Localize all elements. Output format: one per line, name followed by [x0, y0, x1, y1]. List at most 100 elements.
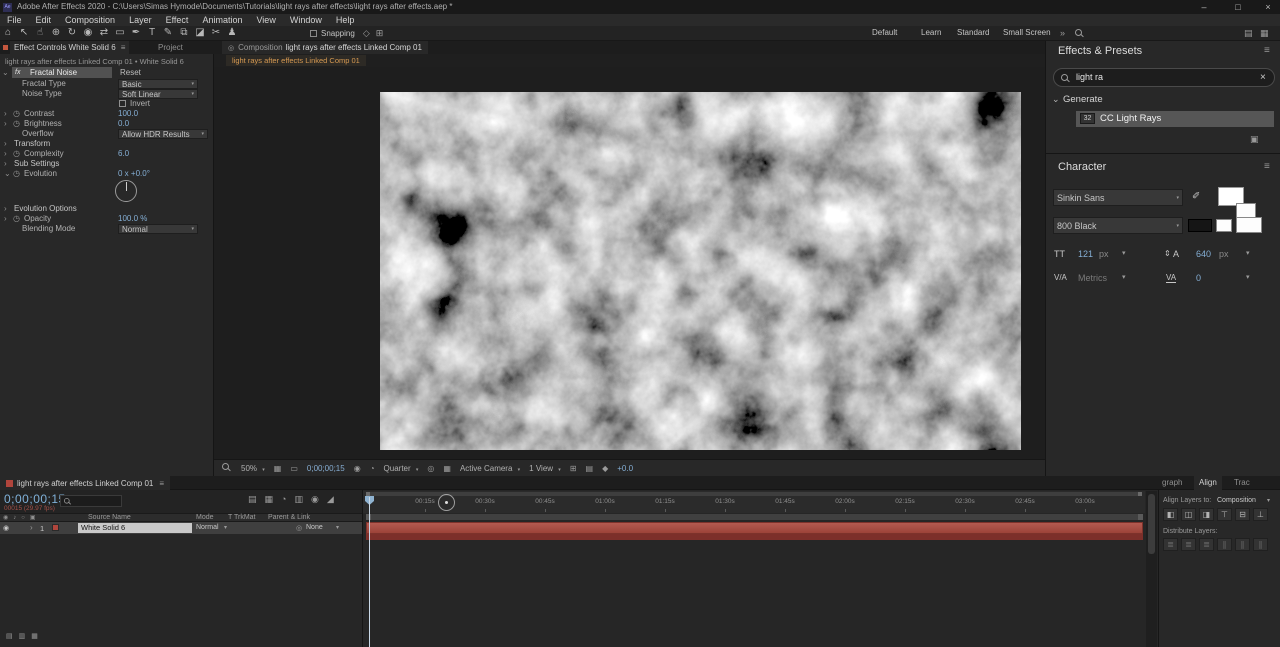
shape-tool[interactable]: ▭ [112, 26, 128, 40]
effect-reset-button[interactable]: Reset [120, 68, 141, 78]
snapshot-icon[interactable]: ◉ [354, 464, 361, 473]
fill-none-swatch[interactable] [1236, 217, 1262, 233]
distribute-top-button[interactable]: ≣ [1163, 538, 1178, 551]
kerning-value[interactable]: Metrics [1078, 273, 1107, 283]
parent-pickwhip-icon[interactable]: ◎ [296, 524, 302, 532]
font-family-dropdown[interactable]: Sinkin Sans ▾ [1053, 189, 1183, 206]
transparency-grid-icon[interactable]: ▦ [443, 464, 451, 473]
evolution-value[interactable]: 0 x +0.0° [118, 169, 150, 179]
effect-name[interactable]: Fractal Noise [30, 68, 77, 78]
tab-project[interactable]: Project [158, 41, 183, 54]
work-area-bar[interactable] [366, 514, 1143, 520]
panel-menu-icon[interactable]: ≡ [121, 43, 126, 52]
zoom-level-dropdown[interactable]: 50% ▾ [241, 464, 265, 473]
tab-timeline-comp[interactable]: light rays after effects Linked Comp 01 … [0, 476, 171, 490]
region-of-interest-icon[interactable]: ◎ [427, 464, 434, 473]
frame-blending-icon[interactable]: ▥ [294, 494, 303, 505]
clone-stamp-tool[interactable]: ⧉ [176, 26, 192, 40]
stopwatch-icon[interactable]: ◷ [13, 214, 20, 224]
leading-caret-icon[interactable]: ▾ [1246, 249, 1250, 257]
grid-and-guides-icon[interactable]: ▦ [274, 464, 282, 473]
graph-editor-icon[interactable]: ◢ [327, 494, 334, 505]
distribute-vertical-center-button[interactable]: ≣ [1181, 538, 1196, 551]
hand-tool[interactable]: ☝ [32, 26, 48, 40]
category-generate-label[interactable]: Generate [1063, 94, 1103, 105]
expander-icon[interactable]: › [4, 139, 7, 149]
menu-edit[interactable]: Edit [29, 15, 59, 25]
stroke-none-swatch[interactable] [1216, 219, 1232, 232]
panel-menu-icon[interactable]: ≡ [159, 479, 164, 488]
eyedropper-icon[interactable]: ✐ [1192, 191, 1200, 202]
expander-icon[interactable]: › [4, 149, 7, 159]
stopwatch-icon[interactable]: ◷ [13, 109, 20, 119]
minimize-button[interactable]: – [1196, 0, 1212, 14]
navigator-comp-button[interactable]: light rays after effects Linked Comp 01 [226, 55, 366, 66]
search-input-value[interactable]: light ra [1076, 69, 1103, 86]
viewer-lock-icon[interactable]: ◎ [228, 44, 234, 52]
leading-value[interactable]: 640 [1196, 249, 1211, 259]
font-size-caret-icon[interactable]: ▾ [1122, 249, 1126, 257]
menu-composition[interactable]: Composition [58, 15, 122, 25]
mask-visibility-icon[interactable]: ▭ [290, 464, 298, 473]
brightness-value[interactable]: 0.0 [118, 119, 129, 129]
kerning-caret-icon[interactable]: ▾ [1122, 273, 1126, 281]
fractal-type-dropdown[interactable]: Basic ▾ [118, 79, 198, 89]
align-bottom-button[interactable]: ⊥ [1253, 508, 1268, 521]
stopwatch-icon[interactable]: ◷ [13, 149, 20, 159]
tab-tracker-partial[interactable]: Trac [1234, 476, 1250, 490]
column-parent-link[interactable]: Parent & Link [268, 514, 310, 521]
navigator-end-handle[interactable] [1138, 492, 1142, 496]
expander-icon[interactable]: › [4, 204, 7, 214]
panel-menu-icon[interactable]: ≡ [1264, 45, 1270, 56]
refresh-view-icon[interactable]: ◆ [602, 464, 608, 473]
maximize-button[interactable]: □ [1230, 0, 1246, 14]
column-source-name[interactable]: Source Name [88, 514, 131, 521]
expander-icon[interactable]: › [4, 119, 7, 129]
parent-caret-icon[interactable]: ▾ [336, 524, 339, 531]
font-size-value[interactable]: 121 [1078, 249, 1093, 259]
brush-tool[interactable]: ✎ [160, 26, 176, 40]
expander-icon[interactable]: › [4, 159, 7, 169]
workspace-search-icon[interactable] [1075, 29, 1085, 39]
category-expander-icon[interactable]: ⌄ [1052, 94, 1060, 105]
draft-3d-icon[interactable]: ▦ [265, 494, 274, 505]
menu-effect[interactable]: Effect [159, 15, 196, 25]
tab-align[interactable]: Align [1194, 476, 1222, 490]
overflow-dropdown[interactable]: Allow HDR Results ▾ [118, 129, 208, 139]
layer-row[interactable]: ◉ › 1 White Solid 6 Normal ▾ ◎ None ▾ [0, 522, 362, 534]
effect-enable-badge[interactable]: fx [15, 68, 20, 78]
current-time-indicator-line[interactable] [369, 497, 370, 647]
tracking-value[interactable]: 0 [1196, 273, 1201, 283]
viewer-timecode[interactable]: 0;00;00;15 [307, 464, 345, 473]
menu-window[interactable]: Window [283, 15, 329, 25]
clear-search-icon[interactable]: × [1260, 69, 1266, 86]
panel-corner-icon[interactable]: ▣ [1250, 134, 1259, 145]
composition-canvas-fractal-noise[interactable] [380, 92, 1021, 450]
parent-dropdown[interactable]: None [306, 524, 323, 531]
stopwatch-icon[interactable]: ◷ [13, 119, 20, 129]
align-left-button[interactable]: ◧ [1163, 508, 1178, 521]
layer-visibility-icon[interactable]: ◉ [3, 524, 9, 532]
align-center-horizontal-button[interactable]: ◫ [1181, 508, 1196, 521]
layer-name-cell[interactable]: White Solid 6 [78, 523, 192, 533]
mode-caret-icon[interactable]: ▾ [224, 524, 227, 531]
selection-tool[interactable]: ↖ [16, 26, 32, 40]
pixel-aspect-icon[interactable]: ⊞ [570, 464, 577, 473]
current-time-display[interactable]: 0;00;00;15 [4, 492, 66, 506]
expand-layer-switches-icon[interactable]: ▤ [6, 632, 13, 640]
expander-icon[interactable]: ⌄ [4, 169, 11, 179]
effects-search-box[interactable]: light ra × [1053, 68, 1275, 87]
orbit-tool[interactable]: ↻ [64, 26, 80, 40]
workspace-panels-icon[interactable]: ▤ [1244, 26, 1253, 40]
eraser-tool[interactable]: ◪ [192, 26, 208, 40]
snapping-checkbox[interactable] [310, 29, 317, 37]
fast-previews-icon[interactable]: ▤ [586, 464, 594, 473]
align-layers-to-dropdown[interactable]: Composition [1217, 497, 1256, 504]
expand-transfer-controls-icon[interactable]: ▥ [19, 632, 26, 640]
workspace-layout-icon[interactable]: ▦ [1260, 26, 1269, 40]
snap-grid-icon[interactable]: ⊞ [376, 28, 384, 39]
pan-behind-tool[interactable]: ⇄ [96, 26, 112, 40]
camera-tool[interactable]: ◉ [80, 26, 96, 40]
motion-blur-icon[interactable]: ◉ [311, 494, 319, 505]
effect-result-label[interactable]: CC Light Rays [1100, 111, 1161, 127]
